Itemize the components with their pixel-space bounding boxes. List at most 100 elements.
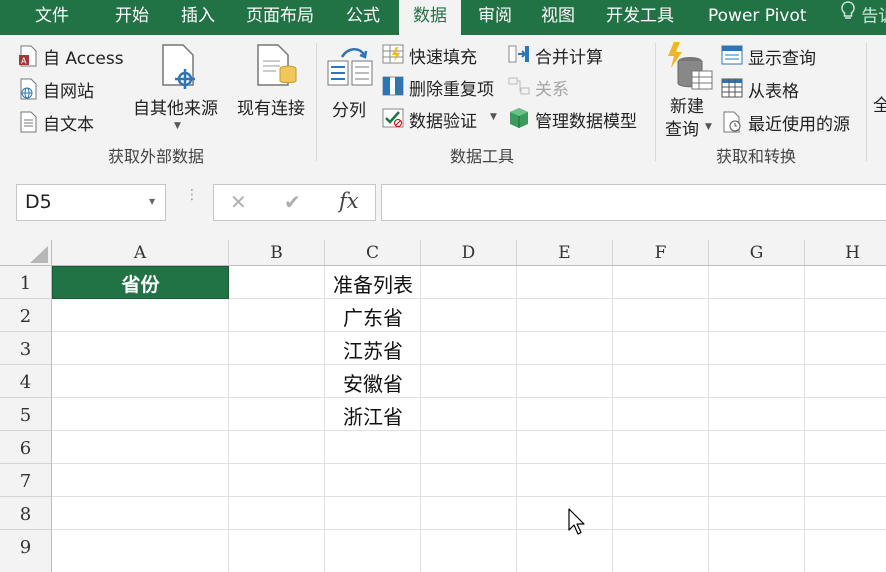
text-to-columns-icon: [327, 48, 373, 86]
group-label-get-transform: 获取和转换: [716, 147, 797, 166]
consolidate-button[interactable]: 合并计算: [508, 41, 618, 68]
from-other-sources-label: 自其他来源: [133, 99, 218, 119]
from-web-label: 自网站: [43, 82, 94, 102]
show-queries-button[interactable]: 显示查询: [721, 43, 831, 69]
text-to-columns-label: 分列: [332, 101, 366, 121]
row-header-6[interactable]: 6: [0, 431, 52, 464]
from-table-label: 从表格: [748, 82, 799, 102]
row-header-4[interactable]: 4: [0, 365, 52, 398]
tab-view[interactable]: 视图: [541, 0, 575, 35]
existing-connections-label: 现有连接: [237, 99, 305, 119]
group-separator: [316, 43, 317, 161]
tab-power-pivot[interactable]: Power Pivot: [708, 0, 807, 35]
show-queries-icon: [721, 45, 743, 65]
flash-fill-icon: [382, 44, 404, 64]
mouse-cursor-icon: [568, 508, 585, 535]
manage-data-model-button[interactable]: 管理数据模型: [508, 105, 648, 132]
cell-c1[interactable]: 准备列表: [325, 266, 421, 299]
column-header-g[interactable]: G: [709, 240, 805, 266]
access-icon: A: [19, 45, 37, 67]
select-all-icon: [30, 246, 48, 263]
column-header-h[interactable]: H: [805, 240, 886, 266]
other-sources-icon: [162, 44, 195, 89]
new-query-button[interactable]: 新建 查询 ▼: [662, 41, 717, 141]
splitter-handle[interactable]: ⋮: [185, 188, 199, 202]
formula-input[interactable]: [381, 184, 886, 221]
data-model-icon: [510, 108, 528, 128]
lightbulb-icon: [840, 0, 856, 33]
column-header-f[interactable]: F: [613, 240, 709, 266]
existing-connections-button[interactable]: 现有连接: [234, 41, 314, 137]
flash-fill-label: 快速填充: [409, 48, 477, 68]
recent-sources-icon: [723, 111, 741, 133]
svg-text:A: A: [21, 57, 27, 66]
relationships-icon: [508, 77, 530, 95]
from-web-button[interactable]: 自网站: [18, 76, 108, 102]
select-all-button[interactable]: [0, 240, 52, 266]
show-queries-label: 显示查询: [748, 49, 816, 69]
group-separator: [866, 43, 867, 161]
cell-a1[interactable]: 省份: [52, 266, 229, 299]
from-text-button[interactable]: 自文本: [18, 109, 108, 135]
row-header-9[interactable]: 9: [0, 530, 52, 572]
remove-duplicates-icon: [382, 76, 404, 96]
enter-icon[interactable]: ✔: [284, 190, 301, 214]
row-header-8[interactable]: 8: [0, 497, 52, 530]
remove-duplicates-button[interactable]: 删除重复项: [382, 73, 502, 100]
text-to-columns-button[interactable]: 分列: [324, 41, 376, 137]
group-separator: [655, 43, 656, 161]
truncated-ribbon-button[interactable]: 全: [873, 91, 886, 116]
relationships-label: 关系: [535, 80, 569, 100]
row-header-2[interactable]: 2: [0, 299, 52, 332]
ribbon-tab-bar: 文件 开始 插入 页面布局 公式 数据 审阅 视图 开发工具 Power Piv…: [0, 0, 886, 35]
column-header-d[interactable]: D: [421, 240, 517, 266]
ribbon: A 自 Access 自网站 自文本 自其他来源 ▼ 现有连接 获取外部数据 分…: [0, 35, 886, 169]
tell-me-label: 告诉: [861, 6, 886, 27]
chevron-down-icon[interactable]: ▼: [149, 197, 155, 206]
recent-sources-label: 最近使用的源: [748, 115, 850, 135]
new-query-label-1: 新建: [670, 97, 704, 117]
column-header-c[interactable]: C: [325, 240, 421, 266]
name-box-value: D5: [25, 191, 52, 213]
web-icon: [20, 78, 37, 100]
tab-developer[interactable]: 开发工具: [606, 0, 674, 35]
from-access-button[interactable]: A 自 Access: [18, 43, 128, 69]
data-validation-label: 数据验证: [409, 112, 477, 132]
consolidate-label: 合并计算: [535, 48, 603, 68]
existing-connections-icon: [257, 44, 297, 86]
recent-sources-button[interactable]: 最近使用的源: [721, 109, 861, 135]
cell-c5[interactable]: 浙江省: [325, 398, 421, 431]
tab-insert[interactable]: 插入: [181, 0, 215, 35]
row-header-5[interactable]: 5: [0, 398, 52, 431]
chevron-down-icon: ▼: [174, 121, 181, 131]
insert-function-icon[interactable]: fx: [339, 189, 359, 213]
tab-file[interactable]: 文件: [35, 0, 69, 35]
chevron-down-icon: ▼: [490, 112, 497, 122]
row-header-7[interactable]: 7: [0, 464, 52, 497]
cell-c4[interactable]: 安徽省: [325, 365, 421, 398]
cell-a1-text: 省份: [121, 274, 160, 296]
cell-c2[interactable]: 广东省: [325, 299, 421, 332]
chevron-down-icon: ▼: [705, 122, 712, 132]
tab-tell-me[interactable]: 告诉: [840, 0, 886, 35]
column-header-e[interactable]: E: [517, 240, 613, 266]
cancel-icon[interactable]: ✕: [230, 190, 247, 214]
tab-data[interactable]: 数据: [399, 0, 461, 35]
row-header-1[interactable]: 1: [0, 266, 52, 299]
from-table-button[interactable]: 从表格: [721, 76, 821, 102]
column-header-b[interactable]: B: [229, 240, 325, 266]
flash-fill-button[interactable]: 快速填充: [382, 41, 492, 68]
tab-review[interactable]: 审阅: [478, 0, 512, 35]
from-other-sources-button[interactable]: 自其他来源 ▼: [132, 41, 224, 137]
cell-c3[interactable]: 江苏省: [325, 332, 421, 365]
tab-home[interactable]: 开始: [115, 0, 149, 35]
data-validation-button[interactable]: 数据验证 ▼: [382, 105, 500, 132]
from-text-label: 自文本: [43, 115, 94, 135]
relationships-button: 关系: [508, 73, 588, 100]
tab-page-layout[interactable]: 页面布局: [246, 0, 314, 35]
row-header-3[interactable]: 3: [0, 332, 52, 365]
column-header-a[interactable]: A: [52, 240, 229, 266]
name-box[interactable]: D5 ▼: [16, 184, 166, 221]
tab-formulas[interactable]: 公式: [346, 0, 380, 35]
formula-buttons: ✕ ✔ fx: [213, 184, 376, 221]
